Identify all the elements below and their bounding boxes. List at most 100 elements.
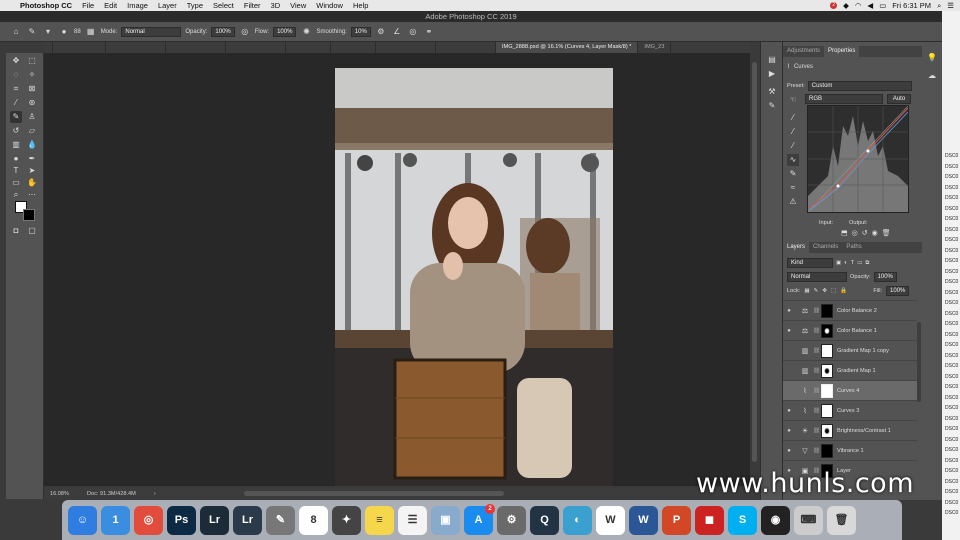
layer-row-curves-4[interactable]: ⌇ ⛓ Curves 4 <box>783 380 917 400</box>
eraser-icon[interactable]: ▱ <box>26 125 38 137</box>
pressure-opacity-icon[interactable]: ◎ <box>239 26 251 38</box>
canvas-horizontal-scrollbar[interactable] <box>243 491 504 496</box>
quick-mask-icon[interactable]: ◘ <box>10 225 22 237</box>
lightroom-icon[interactable]: Lr <box>200 505 229 535</box>
tab-paths[interactable]: Paths <box>842 242 865 253</box>
filter-shape-icon[interactable]: ▭ <box>857 260 862 266</box>
visibility-eye-icon[interactable]: ● <box>783 428 795 434</box>
curves-graph[interactable] <box>807 105 909 213</box>
quick-select-icon[interactable]: ✧ <box>26 69 38 81</box>
tab-adjustments[interactable]: Adjustments <box>783 46 824 57</box>
desktop-file[interactable]: DSC0 <box>942 340 960 351</box>
quicktime-icon[interactable]: Q <box>530 505 559 535</box>
brush-tool-icon[interactable]: ✎ <box>10 111 22 123</box>
tab-hidden[interactable] <box>331 42 376 53</box>
layer-row-color-balance-2[interactable]: ● ⚖ ⛓ Color Balance 2 <box>783 300 917 320</box>
tab-hidden[interactable] <box>376 42 436 53</box>
eyedropper-black-icon[interactable]: ⁄ <box>787 112 799 124</box>
move-tool-icon[interactable]: ✥ <box>10 55 22 67</box>
layer-mask-thumbnail[interactable] <box>821 343 833 358</box>
desktop-file[interactable]: DSC0 <box>942 246 960 257</box>
desktop-file[interactable]: DSC0 <box>942 403 960 414</box>
menu-edit[interactable]: Edit <box>104 1 117 10</box>
layer-row-color-balance-1[interactable]: ● ⚖ ⛓ Color Balance 1 <box>783 320 917 340</box>
clock[interactable]: Fri 6:31 PM <box>892 1 931 10</box>
desktop-file[interactable]: DSC0 <box>942 372 960 383</box>
actions-play-icon[interactable]: ▶ <box>766 68 778 80</box>
app-menu[interactable]: Photoshop CC <box>20 1 72 10</box>
app-store-icon[interactable]: A2 <box>464 503 495 535</box>
menu-file[interactable]: File <box>82 1 94 10</box>
desktop-file[interactable]: DSC0 <box>942 466 960 477</box>
obs-icon[interactable]: ◉ <box>761 505 790 535</box>
colorsync-icon[interactable]: ◐ <box>563 505 592 535</box>
link-icon[interactable]: ⛓ <box>813 388 820 394</box>
desktop-file[interactable]: DSC0 <box>942 424 960 435</box>
learn-icon[interactable]: 💡 <box>926 52 938 64</box>
layers-scrollbar[interactable] <box>917 322 921 402</box>
pressure-size-icon[interactable]: ◎ <box>407 26 419 38</box>
calendar-icon[interactable]: 8 <box>299 505 328 535</box>
desktop-file[interactable]: DSC0 <box>942 309 960 320</box>
search-icon[interactable]: ⌕ <box>937 1 941 11</box>
desktop-file[interactable]: DSC0 <box>942 288 960 299</box>
desktop-file[interactable]: DSC0 <box>942 277 960 288</box>
eyedropper-icon[interactable]: ⁄ <box>10 97 22 109</box>
airbrush-icon[interactable]: ✺ <box>300 26 312 38</box>
desktop-file[interactable]: DSC0 <box>942 235 960 246</box>
lock-pixels-icon[interactable]: ▦ <box>804 288 809 294</box>
clipping-warning-icon[interactable]: ⚠ <box>787 196 799 208</box>
mode-select[interactable]: Normal <box>121 26 182 37</box>
tab-hidden[interactable] <box>106 42 166 53</box>
desktop-file[interactable]: DSC0 <box>942 319 960 330</box>
powerpoint-icon[interactable]: P <box>662 505 691 535</box>
layer-mask-thumbnail[interactable] <box>821 403 833 418</box>
menu-type[interactable]: Type <box>187 1 203 10</box>
lightroom-classic-icon[interactable]: Lr <box>233 505 262 535</box>
eyedropper-white-icon[interactable]: ⁄ <box>787 140 799 152</box>
visibility-eye-icon[interactable]: ● <box>783 408 795 414</box>
crop-tool-icon[interactable]: ⌗ <box>10 83 22 95</box>
opacity-field[interactable]: 100% <box>211 26 235 37</box>
desktop-file[interactable]: DSC0 <box>942 193 960 204</box>
menu-select[interactable]: Select <box>213 1 234 10</box>
type-tool-icon[interactable]: T <box>10 165 22 177</box>
desktop-file[interactable]: DSC0 <box>942 445 960 456</box>
word-icon[interactable]: W <box>629 505 658 535</box>
desktop-file[interactable]: DSC0 <box>942 382 960 393</box>
desktop-file[interactable]: DSC0 <box>942 508 960 519</box>
status-arrow-icon[interactable]: › <box>154 491 156 497</box>
tab-img-23[interactable]: IMG_23 <box>638 42 672 53</box>
scroll-thumb[interactable] <box>752 62 757 462</box>
desktop-file[interactable]: DSC0 <box>942 256 960 267</box>
chevron-down-icon[interactable]: ▾ <box>42 26 54 38</box>
canvas-vertical-scrollbar[interactable] <box>750 42 760 488</box>
hand-tool-icon[interactable]: ✋ <box>26 177 38 189</box>
desktop-file[interactable]: DSC0 <box>942 267 960 278</box>
tab-previous[interactable] <box>44 42 53 53</box>
final-cut-icon[interactable]: ✦ <box>332 505 361 535</box>
filter-type-icon[interactable]: T <box>851 260 854 266</box>
layer-row-curves-3[interactable]: ● ⌇ ⛓ Curves 3 <box>783 400 917 420</box>
layer-row-gradient-map-1-copy[interactable]: ▥ ⛓ Gradient Map 1 copy <box>783 340 917 360</box>
pencil-curve-icon[interactable]: ✎ <box>787 168 799 180</box>
delete-icon[interactable]: 🗑 <box>882 229 891 237</box>
1password-icon[interactable]: 1 <box>101 505 130 535</box>
desktop-file[interactable]: DSC0 <box>942 183 960 194</box>
link-icon[interactable]: ⛓ <box>813 328 820 334</box>
layer-mask-thumbnail[interactable] <box>821 423 833 438</box>
view-previous-icon[interactable]: ◎ <box>852 229 858 237</box>
reminders-icon[interactable]: ☰ <box>398 505 427 535</box>
layer-opacity-field[interactable]: 100% <box>873 272 897 282</box>
battery-icon[interactable]: ▭ <box>879 1 886 10</box>
eyedropper-gray-icon[interactable]: ⁄ <box>787 126 799 138</box>
visibility-eye-icon[interactable]: ◉ <box>872 229 878 237</box>
visibility-eye-icon[interactable]: ● <box>783 308 795 314</box>
desktop-file[interactable]: DSC0 <box>942 487 960 498</box>
brush-tool-icon[interactable]: ✎ <box>26 26 38 38</box>
marquee-tool-icon[interactable]: ⬚ <box>26 55 38 67</box>
desktop-file[interactable]: DSC0 <box>942 498 960 509</box>
document-photo[interactable] <box>335 68 613 486</box>
link-icon[interactable]: ⛓ <box>813 428 820 434</box>
visibility-eye-icon[interactable]: ● <box>783 328 795 334</box>
